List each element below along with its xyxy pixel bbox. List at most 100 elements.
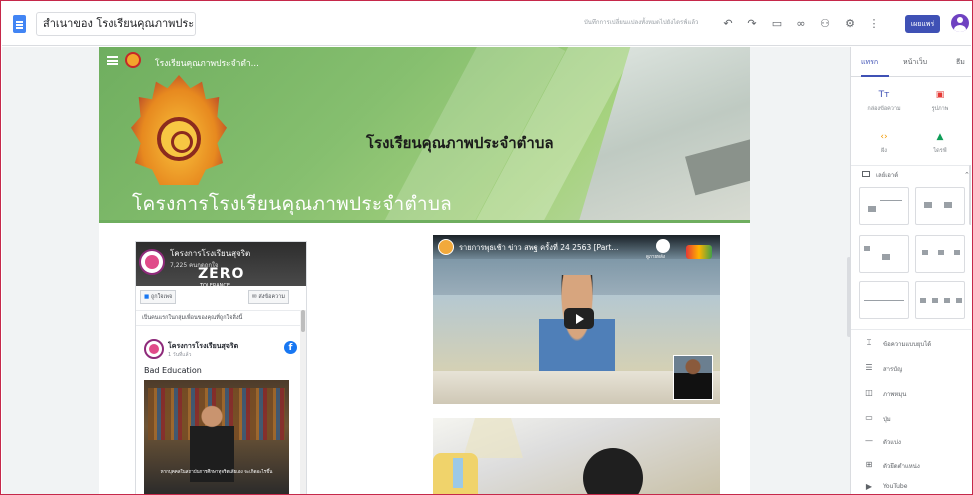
sites-logo-icon[interactable] bbox=[13, 15, 26, 33]
insert-embed[interactable]: ‹› ฝัง bbox=[859, 131, 909, 167]
emblem-ring bbox=[157, 117, 201, 161]
fb-page-name[interactable]: โครงการโรงเรียนสุจริต bbox=[170, 247, 250, 260]
facebook-icon[interactable]: f bbox=[284, 341, 297, 354]
insert-panel: แทรก หน้าเว็บ ธีม Tт กล่องข้อความ ▣ รูปภ… bbox=[850, 47, 971, 494]
tab-insert[interactable]: แทรก bbox=[861, 57, 878, 68]
insert-toc[interactable]: ☰ สารบัญ bbox=[863, 360, 968, 376]
avatar[interactable] bbox=[951, 14, 969, 32]
panel-divider bbox=[851, 329, 971, 330]
layout-thumb bbox=[924, 202, 932, 208]
top-bar: สำเนาของ โรงเรียนคุณภาพประ... บันทึกการเ… bbox=[2, 2, 971, 46]
insert-collapsible-text[interactable]: ⌶ ข้อความแบบยุบได้ bbox=[863, 335, 968, 351]
layout-thumb bbox=[956, 298, 962, 303]
youtube-icon: ▶ bbox=[865, 482, 873, 491]
site-nav-title[interactable]: โรงเรียนคุณภาพประจำตำ... bbox=[155, 56, 259, 70]
banner-subtitle[interactable]: โครงการโรงเรียนคุณภาพประจำตำบล bbox=[132, 189, 452, 219]
obec-emblem-icon bbox=[131, 75, 227, 185]
header-banner[interactable]: โรงเรียนคุณภาพประจำตำ... โรงเรียนคุณภาพป… bbox=[99, 47, 750, 221]
fb-page-logo-icon[interactable] bbox=[139, 249, 165, 275]
channel-avatar-icon[interactable] bbox=[438, 239, 454, 255]
undo-icon[interactable]: ↶ bbox=[720, 16, 736, 32]
insert-text-box[interactable]: Tт กล่องข้อความ bbox=[859, 89, 909, 125]
layout-option[interactable] bbox=[915, 281, 965, 319]
settings-icon[interactable]: ⚙ bbox=[842, 16, 858, 32]
fb-message-button[interactable]: ✉ ส่งข้อความ bbox=[248, 290, 289, 304]
more-icon[interactable]: ⋮ bbox=[866, 16, 882, 32]
layout-thumb bbox=[932, 298, 938, 303]
layout-thumb bbox=[944, 298, 950, 303]
layout-thumb bbox=[922, 250, 928, 255]
layout-thumb bbox=[868, 206, 876, 212]
fb-post-image[interactable]: หากบุคคลในสถาบันการศึกษาทุจริตเสียเอง จะ… bbox=[144, 380, 289, 494]
divider-icon: — bbox=[865, 436, 873, 445]
button-icon: ▭ bbox=[865, 413, 873, 422]
insert-drive[interactable]: ▲ ไดรฟ์ bbox=[915, 131, 965, 167]
panel-divider bbox=[851, 165, 971, 166]
content-item-label: สารบัญ bbox=[883, 366, 903, 373]
insert-placeholder[interactable]: ⊞ ตัวยึดตำแหน่ง bbox=[863, 457, 968, 473]
redo-icon[interactable]: ↷ bbox=[744, 16, 760, 32]
fb-post-text: Bad Education bbox=[144, 366, 202, 375]
tile-label: ฝัง bbox=[881, 148, 887, 154]
insert-divider[interactable]: — ตัวแบ่ง bbox=[863, 433, 968, 449]
tab-pages[interactable]: หน้าเว็บ bbox=[903, 57, 927, 68]
fb-like-icon: ■ bbox=[144, 294, 150, 300]
app-window: สำเนาของ โรงเรียนคุณภาพประ... บันทึกการเ… bbox=[0, 0, 973, 495]
insert-button[interactable]: ▭ ปุ่ม bbox=[863, 410, 968, 426]
link-icon[interactable]: ∞ bbox=[793, 16, 809, 32]
tile-label: กล่องข้อความ bbox=[867, 106, 901, 112]
banner-title[interactable]: โรงเรียนคุณภาพประจำตำบล bbox=[366, 131, 554, 155]
play-button-icon[interactable] bbox=[564, 308, 594, 329]
banner-divider bbox=[99, 220, 750, 223]
layout-option[interactable] bbox=[915, 235, 965, 273]
video-bottle bbox=[453, 458, 463, 488]
panel-tabs: แทรก หน้าเว็บ ธีม bbox=[851, 47, 971, 77]
layout-icon bbox=[862, 171, 870, 177]
layout-option[interactable] bbox=[915, 187, 965, 225]
layout-line bbox=[880, 200, 902, 201]
insert-youtube[interactable]: ▶ YouTube bbox=[863, 479, 968, 494]
layout-thumb bbox=[920, 298, 926, 303]
video-title[interactable]: รายการพุธเช้า ข่าว สพฐ ครั้งที่ 24 2563 … bbox=[459, 242, 659, 254]
watch-later-icon[interactable] bbox=[656, 239, 670, 253]
insert-image[interactable]: ▣ รูปภาพ bbox=[915, 89, 965, 125]
content-item-label: ภาพหมุน bbox=[883, 391, 907, 398]
publish-button[interactable]: เผยแพร่ bbox=[905, 15, 940, 33]
panel-scrollbar[interactable] bbox=[969, 165, 971, 225]
placeholder-icon: ⊞ bbox=[865, 460, 873, 469]
layouts-label: เลย์เอาต์ bbox=[876, 172, 899, 179]
tab-themes[interactable]: ธีม bbox=[956, 57, 965, 68]
content-item-label: ข้อความแบบยุบได้ bbox=[883, 341, 932, 348]
layout-thumb bbox=[954, 250, 960, 255]
layout-option[interactable] bbox=[859, 235, 909, 273]
layout-thumb bbox=[944, 202, 952, 208]
fb-message-icon: ✉ bbox=[252, 294, 257, 300]
video-person-head bbox=[583, 448, 643, 494]
document-title-input[interactable]: สำเนาของ โรงเรียนคุณภาพประ... bbox=[36, 12, 196, 36]
preview-icon[interactable]: ▭ bbox=[769, 16, 785, 32]
tile-label: ไดรฟ์ bbox=[933, 148, 947, 154]
fb-action-row: ■ ถูกใจเพจ ✉ ส่งข้อความ bbox=[136, 288, 306, 306]
video-lamp bbox=[463, 418, 523, 458]
fb-post-time: 1 วันที่แล้ว bbox=[168, 352, 192, 358]
school-logo-icon bbox=[125, 52, 141, 68]
layout-line bbox=[864, 300, 904, 301]
youtube-embed-2[interactable] bbox=[433, 418, 720, 494]
editor-canvas: โรงเรียนคุณภาพประจำตำ... โรงเรียนคุณภาพป… bbox=[2, 47, 850, 494]
add-person-icon[interactable]: ⚇ bbox=[817, 16, 833, 32]
fb-like-page-button[interactable]: ■ ถูกใจเพจ bbox=[140, 290, 177, 304]
embed-icon: ‹› bbox=[880, 132, 888, 142]
layout-option[interactable] bbox=[859, 187, 909, 225]
save-status: บันทึกการเปลี่ยนแปลงทั้งหมดไปยังไดรฟ์แล้… bbox=[584, 19, 699, 26]
fb-scroll-thumb[interactable] bbox=[301, 310, 305, 332]
insert-carousel[interactable]: ◫ ภาพหมุน bbox=[863, 385, 968, 401]
fb-scrollbar[interactable] bbox=[300, 310, 306, 494]
content-item-label: YouTube bbox=[883, 483, 908, 490]
content-item-label: ตัวแบ่ง bbox=[883, 439, 901, 446]
youtube-embed[interactable]: รายการพุธเช้า ข่าว สพฐ ครั้งที่ 24 2563 … bbox=[433, 235, 720, 404]
facebook-embed[interactable]: โครงการโรงเรียนสุจริต 7,225 คนกดถูกใจ ZE… bbox=[135, 241, 307, 494]
menu-icon[interactable] bbox=[107, 56, 118, 65]
layout-option[interactable] bbox=[859, 281, 909, 319]
carousel-icon: ◫ bbox=[865, 388, 873, 397]
fb-post-avatar[interactable] bbox=[144, 339, 164, 359]
